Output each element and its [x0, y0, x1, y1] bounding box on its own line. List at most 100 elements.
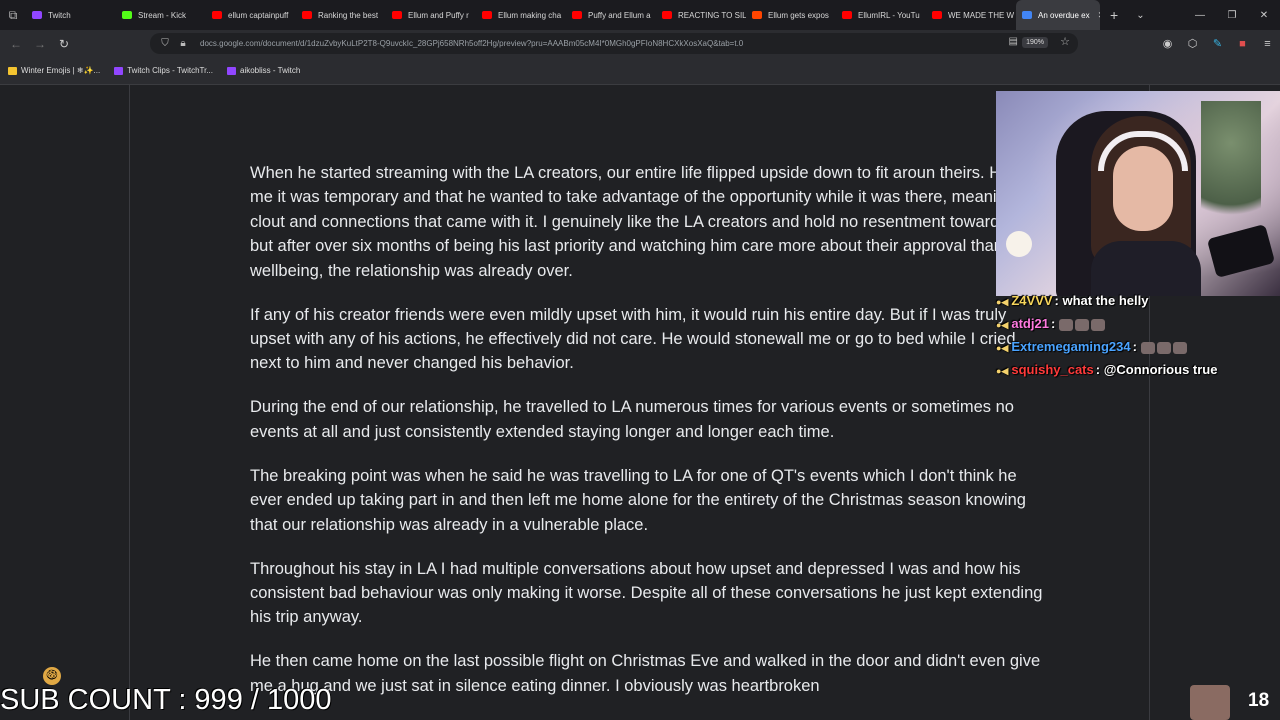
back-icon[interactable]: ← [4, 37, 28, 51]
chat-username: Z4VVV [1011, 293, 1053, 308]
bookmark-item[interactable]: aikobliss - Twitch [227, 66, 300, 75]
chat-badge-icon: ●◀ [996, 320, 1009, 330]
bookmarks-bar: Winter Emojis | ❄✨... Twitch Clips - Twit… [0, 57, 1280, 85]
menu-icon[interactable]: ≡ [1255, 38, 1280, 50]
stream-chat-overlay: ●◀ Z4VVV: what the helly ●◀ atdj21: ●◀ Extre… [996, 290, 1280, 382]
chat-username: squishy_cats [1011, 362, 1094, 377]
tab-close-icon[interactable]: ✕ [1098, 10, 1100, 21]
chat-emote-icon [1140, 341, 1155, 354]
tab-label: Puffy and Ellum a [588, 10, 651, 20]
tab-label: EllumIRL - YouTu [858, 10, 920, 20]
bookmark-favicon-icon [114, 66, 124, 75]
maximize-icon[interactable]: ❐ [1216, 10, 1248, 21]
cookie-icon: 🍪︎ [43, 667, 61, 685]
bookmark-item[interactable]: Twitch Clips - TwitchTr... [114, 66, 213, 75]
tab-3[interactable]: Ranking the best [296, 0, 386, 30]
chat-emote-icon [1156, 341, 1171, 354]
tab-0[interactable]: Twitch [26, 0, 116, 30]
tab-strip: ⧉ Twitch Stream - Kick ellum captainpuff Ra… [0, 0, 1280, 30]
tab-label: An overdue ex [1038, 10, 1090, 20]
tab-label: Ellum gets expos [768, 10, 829, 20]
extension-red-icon[interactable]: ■ [1230, 38, 1255, 50]
extension-tool-icon[interactable]: ✎ [1205, 37, 1230, 50]
tab-7[interactable]: REACTING TO SIL [656, 0, 746, 30]
document-body: When he started streaming with the LA cr… [250, 161, 1050, 718]
extensions-icon[interactable]: ⬡ [1180, 37, 1205, 50]
tab-label: Twitch [48, 10, 71, 20]
bookmark-item[interactable]: Winter Emojis | ❄✨... [8, 66, 100, 75]
viewer-avatar [1190, 685, 1230, 720]
chat-message: ●◀ Extremegaming234: [996, 336, 1280, 359]
forward-icon[interactable]: → [28, 37, 52, 51]
tab-list-chevron-icon[interactable]: ⌄ [1136, 10, 1144, 21]
chat-emote-icon [1172, 341, 1187, 354]
extensions-area: ◉ ⬡ ✎ ■ ≡ [1155, 30, 1280, 57]
chat-message-text: @Connorious true [1103, 362, 1218, 377]
sub-count: SUB COUNT : 999 / 1000 [0, 684, 332, 716]
tab-label: Ranking the best [318, 10, 379, 20]
tab-favicon-icon [32, 11, 42, 19]
tab-8[interactable]: Ellum gets expos [746, 0, 836, 30]
chat-emote-icon [1074, 318, 1089, 331]
tab-favicon-icon [932, 11, 942, 19]
bookmark-label: Twitch Clips - TwitchTr... [127, 66, 213, 75]
url-text[interactable]: docs.google.com/document/d/1dzuZvbyKuLtP… [200, 39, 980, 48]
tab-6[interactable]: Puffy and Ellum a [566, 0, 656, 30]
account-icon[interactable]: ◉ [1155, 37, 1180, 50]
tab-label: Ellum and Puffy r [408, 10, 469, 20]
lamp [1006, 231, 1032, 257]
document-paragraph: When he started streaming with the LA cr… [250, 164, 1046, 280]
chat-message: ●◀ Z4VVV: what the helly [996, 293, 1149, 308]
reader-mode-icon[interactable]: ▤ [1009, 36, 1018, 47]
tab-1[interactable]: Stream - Kick [116, 0, 206, 30]
chat-message-text: what the helly [1062, 293, 1149, 308]
browser-toolbar: ← → ↻ ⛉ 🔒︎ docs.google.com/document/d/1d… [0, 30, 1280, 57]
tab-favicon-icon [392, 11, 402, 19]
tab-5[interactable]: Ellum making cha [476, 0, 566, 30]
christmas-tree [1201, 101, 1261, 241]
page-left-edge [129, 85, 130, 720]
tab-favicon-icon [482, 11, 492, 19]
document-paragraph: Throughout his stay in LA I had multiple… [250, 559, 1043, 627]
chat-message: ●◀ squishy_cats: @Connorious true [996, 362, 1218, 377]
tab-9[interactable]: EllumIRL - YouTu [836, 0, 926, 30]
tab-list: Twitch Stream - Kick ellum captainpuff Rank… [26, 0, 1100, 30]
tab-favicon-icon [752, 11, 762, 19]
tab-favicon-icon [122, 11, 132, 19]
lock-icon: 🔒︎ [180, 38, 186, 49]
new-tab-button[interactable]: + [1110, 7, 1118, 23]
site-info-icon[interactable]: ⛉ [156, 38, 174, 49]
address-bar[interactable]: ⛉ 🔒︎ docs.google.com/document/d/1dzuZvby… [150, 33, 1078, 54]
tab-label: Ellum making cha [498, 10, 562, 20]
tab-label: Stream - Kick [138, 10, 187, 20]
viewer-count: 18 [1248, 690, 1270, 711]
chat-username: atdj21 [1011, 316, 1049, 331]
tab-label: REACTING TO SIL [678, 10, 746, 20]
chat-message: ●◀ atdj21: [996, 313, 1280, 336]
reload-icon[interactable]: ↻ [52, 37, 76, 51]
tab-10[interactable]: WE MADE THE W [926, 0, 1016, 30]
chat-badge-icon: ●◀ [996, 366, 1009, 376]
tab-11[interactable]: An overdue ex ✕ [1016, 0, 1100, 30]
tab-favicon-icon [842, 11, 852, 19]
chat-emote-icon [1058, 318, 1073, 331]
minimize-icon[interactable]: — [1184, 10, 1216, 21]
tab-search-icon[interactable]: ⧉ [0, 0, 26, 30]
tab-2[interactable]: ellum captainpuff [206, 0, 296, 30]
bookmark-star-icon[interactable]: ☆ [1060, 35, 1070, 48]
chat-badge-icon: ●◀ [996, 297, 1009, 307]
document-paragraph: During the end of our relationship, he t… [250, 398, 1014, 441]
document-paragraph: The breaking point was when he said he w… [250, 466, 1026, 534]
document-paragraph: If any of his creator friends were even … [250, 305, 1016, 373]
bookmark-label: aikobliss - Twitch [240, 66, 301, 75]
tab-label: ellum captainpuff [228, 10, 289, 20]
tab-favicon-icon [1022, 11, 1032, 19]
chat-badge-icon: ●◀ [996, 343, 1009, 353]
tab-favicon-icon [662, 11, 672, 19]
chat-emote-icon [1090, 318, 1105, 331]
tab-favicon-icon [212, 11, 222, 19]
zoom-level[interactable]: 190% [1022, 37, 1048, 48]
close-icon[interactable]: ✕ [1248, 10, 1280, 21]
window-controls: — ❐ ✕ [1184, 0, 1280, 30]
tab-4[interactable]: Ellum and Puffy r [386, 0, 476, 30]
